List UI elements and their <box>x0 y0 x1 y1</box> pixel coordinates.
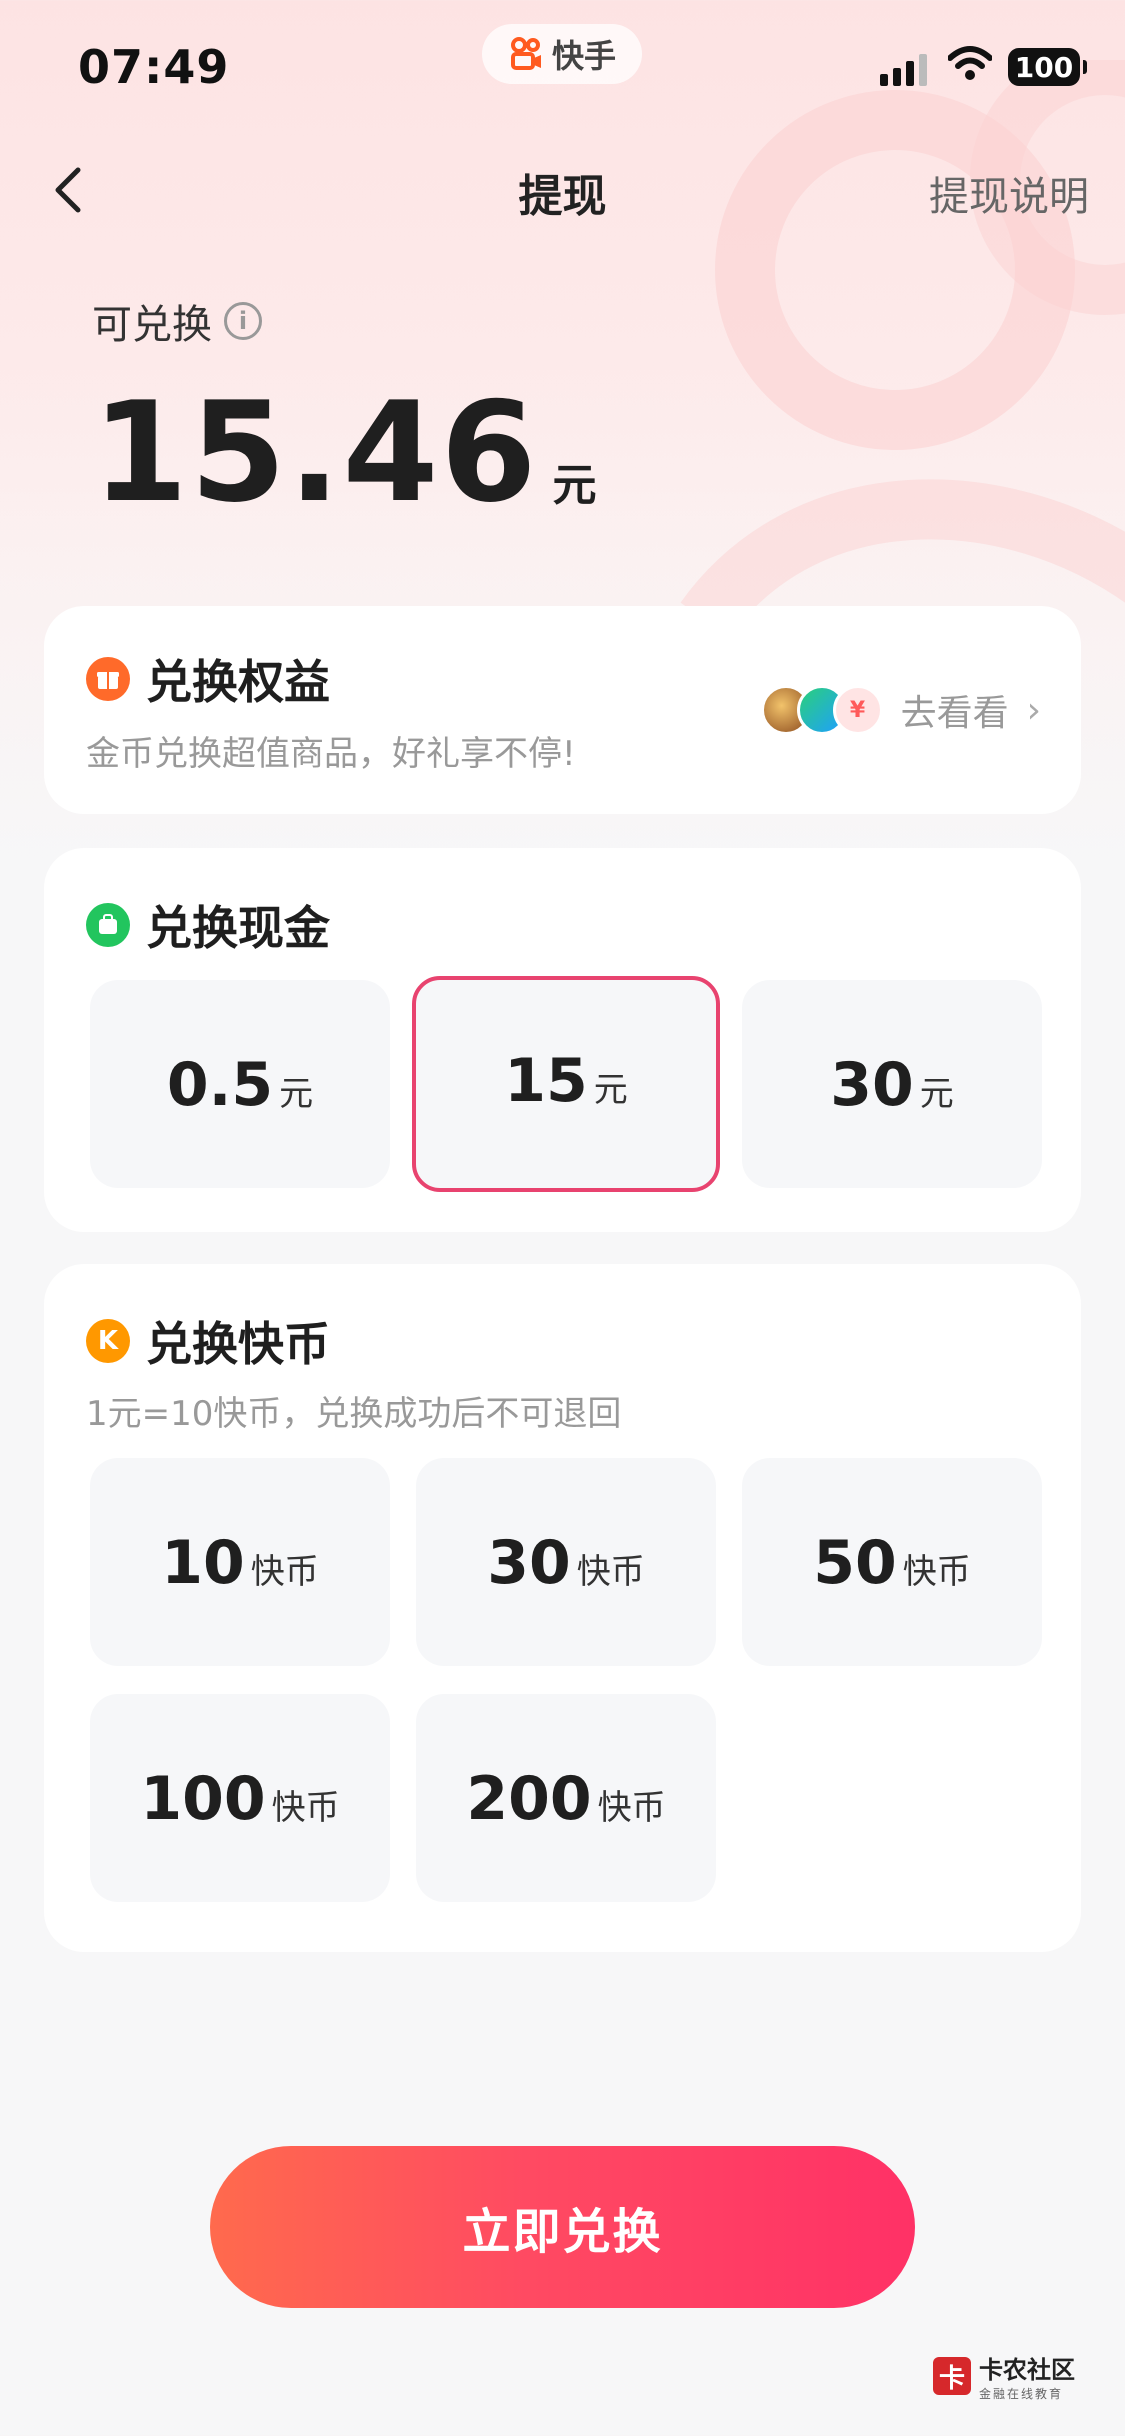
coins-note: 1元=10快币，兑换成功后不可退回 <box>86 1394 622 1434</box>
kuaibi-coin-icon: K <box>86 1319 130 1363</box>
balance-label-row: 可兑换 i <box>92 292 262 350</box>
cash-option-30[interactable]: 30 元 <box>742 980 1042 1188</box>
option-unit: 快币 <box>271 1788 340 1828</box>
exchange-coins-card: K 兑换快币 1元=10快币，兑换成功后不可退回 10 快币 30 快币 50 … <box>44 1264 1081 1952</box>
rights-title-row: 兑换权益 <box>86 646 330 712</box>
wallet-icon <box>86 903 130 947</box>
cash-option-0.5[interactable]: 0.5 元 <box>90 980 390 1188</box>
coin-option-50[interactable]: 50 快币 <box>742 1458 1042 1666</box>
page-title: 提现 <box>518 171 607 222</box>
watermark-logo: 卡 <box>933 2357 971 2395</box>
option-value: 100 <box>140 1764 266 1834</box>
balance-label: 可兑换 <box>92 302 212 348</box>
option-unit: 快币 <box>250 1552 319 1592</box>
watermark-sub: 金融在线教育 <box>979 2387 1064 2401</box>
option-value: 0.5 <box>166 1050 274 1120</box>
option-unit: 快币 <box>576 1552 645 1592</box>
rights-subtitle: 金币兑换超值商品，好礼享不停! <box>86 734 576 774</box>
option-unit: 元 <box>593 1070 628 1110</box>
back-arrow-icon[interactable] <box>44 160 94 220</box>
option-value: 50 <box>813 1528 897 1598</box>
status-bar: 07:49 快手 100 <box>0 0 1125 130</box>
cellular-signal-icon <box>880 50 927 86</box>
option-unit: 快币 <box>597 1788 666 1828</box>
option-value: 30 <box>487 1528 571 1598</box>
coins-title: 兑换快币 <box>146 1317 330 1371</box>
coin-option-200[interactable]: 200 快币 <box>416 1694 716 1902</box>
kuaishou-logo-icon <box>510 37 541 70</box>
wifi-icon <box>948 46 992 80</box>
watermark-main: 卡农社区 <box>979 2356 1075 2384</box>
rights-avatar-group: ¥ <box>760 685 883 735</box>
balance-unit: 元 <box>552 460 597 511</box>
info-icon[interactable]: i <box>224 302 262 340</box>
coupon-icon: ¥ <box>832 685 883 735</box>
coins-title-row: K 兑换快币 <box>86 1308 330 1374</box>
chevron-right-icon: › <box>1026 689 1041 731</box>
status-time: 07:49 <box>78 40 230 94</box>
app-name: 快手 <box>551 37 616 75</box>
background-logo-decoration <box>680 60 1125 620</box>
exchange-rights-card[interactable]: 兑换权益 金币兑换超值商品，好礼享不停! ¥ 去看看 › <box>44 606 1081 814</box>
rights-link-label: 去看看 <box>900 693 1009 734</box>
option-value: 30 <box>830 1050 914 1120</box>
balance-amount: 15.46 <box>92 372 539 533</box>
gift-icon <box>86 657 130 701</box>
coin-option-100[interactable]: 100 快币 <box>90 1694 390 1902</box>
option-unit: 快币 <box>902 1552 971 1592</box>
coin-option-30[interactable]: 30 快币 <box>416 1458 716 1666</box>
watermark-text: 卡农社区 金融在线教育 <box>979 2350 1075 2402</box>
watermark: 卡 卡农社区 金融在线教育 <box>933 2350 1075 2402</box>
option-unit: 元 <box>279 1074 314 1114</box>
option-value: 200 <box>466 1764 592 1834</box>
rights-title: 兑换权益 <box>146 655 330 709</box>
exchange-cash-card: 兑换现金 0.5 元 15 元 30 元 <box>44 848 1081 1232</box>
rights-view-link[interactable]: ¥ 去看看 › <box>760 684 1041 736</box>
option-value: 10 <box>161 1528 245 1598</box>
option-value: 15 <box>504 1046 588 1116</box>
cash-option-15-selected[interactable]: 15 元 <box>412 976 720 1192</box>
cash-title: 兑换现金 <box>146 901 330 955</box>
option-unit: 元 <box>919 1074 954 1114</box>
battery-indicator: 100 <box>1008 48 1087 86</box>
app-indicator-pill[interactable]: 快手 <box>482 24 642 84</box>
withdraw-instructions-link[interactable]: 提现说明 <box>929 164 1089 222</box>
balance-amount-row: 15.46 元 <box>92 372 597 533</box>
cash-title-row: 兑换现金 <box>86 892 330 958</box>
coin-option-10[interactable]: 10 快币 <box>90 1458 390 1666</box>
exchange-now-button[interactable]: 立即兑换 <box>210 2146 915 2308</box>
